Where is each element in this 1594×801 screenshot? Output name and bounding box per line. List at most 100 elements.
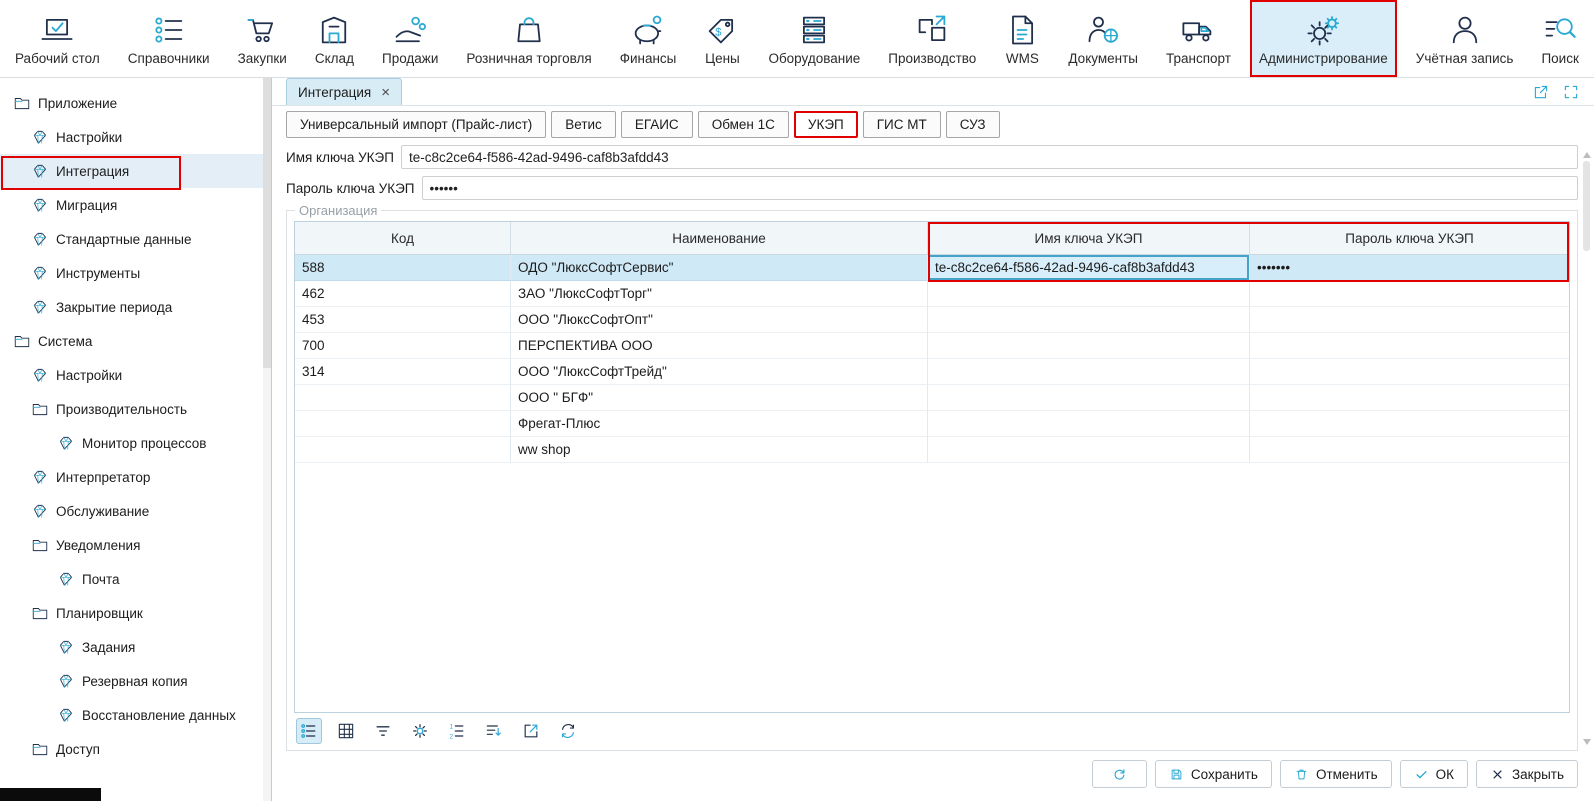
toolbar-item-transport[interactable]: Транспорт xyxy=(1157,0,1240,77)
column-header-0[interactable]: Код xyxy=(295,222,511,254)
open-in-window-button[interactable] xyxy=(1532,83,1550,101)
toolbar-item-search[interactable]: Поиск xyxy=(1532,0,1587,77)
cell[interactable]: Фрегат-Плюс xyxy=(511,411,928,437)
cell[interactable] xyxy=(1250,307,1569,333)
toolbar-item-documents[interactable]: Документы xyxy=(1059,0,1147,77)
sidebar-item-integration[interactable]: Интеграция xyxy=(0,154,271,188)
subtab-ukep[interactable]: УКЭП xyxy=(794,111,858,138)
cell[interactable] xyxy=(1250,437,1569,463)
table-row[interactable]: 314ООО "ЛюксСофтТрейд" xyxy=(295,359,1569,385)
toolbar-item-warehouse[interactable]: Склад xyxy=(306,0,363,77)
filter-button[interactable] xyxy=(371,719,395,743)
cell[interactable]: 462 xyxy=(295,281,511,307)
toolbar-item-finance[interactable]: Финансы xyxy=(611,0,686,77)
sidebar-item-notifications[interactable]: Уведомления xyxy=(0,528,271,562)
toolbar-item-account[interactable]: Учётная запись xyxy=(1407,0,1523,77)
cell[interactable] xyxy=(1250,359,1569,385)
cell[interactable]: ООО " БГФ" xyxy=(511,385,928,411)
cell[interactable]: ООО "ЛюксСофтОпт" xyxy=(511,307,928,333)
table-row[interactable]: 700ПЕРСПЕКТИВА ООО xyxy=(295,333,1569,359)
cell[interactable]: 700 xyxy=(295,333,511,359)
subtab-suz[interactable]: СУЗ xyxy=(946,111,1000,138)
toolbar-item-production[interactable]: Производство xyxy=(879,0,985,77)
sidebar-item-system-settings[interactable]: Настройки xyxy=(0,358,271,392)
table-row[interactable]: Фрегат-Плюс xyxy=(295,411,1569,437)
subtab-exchange-1c[interactable]: Обмен 1С xyxy=(698,111,789,138)
sidebar-item-tools[interactable]: Инструменты xyxy=(0,256,271,290)
ok-button[interactable]: ОК xyxy=(1400,760,1468,788)
column-header-2[interactable]: Имя ключа УКЭП xyxy=(928,222,1250,254)
ukep-key-name-input[interactable] xyxy=(401,145,1578,169)
sidebar-item-period-closing[interactable]: Закрытие периода xyxy=(0,290,271,324)
table-row[interactable]: 588ОДО "ЛюксСофтСервис"te-c8c2ce64-f586-… xyxy=(295,255,1569,281)
cell[interactable] xyxy=(928,307,1250,333)
cell[interactable] xyxy=(928,281,1250,307)
cancel-button[interactable]: Отменить xyxy=(1280,760,1392,788)
list-view-button[interactable] xyxy=(297,719,321,743)
fullscreen-button[interactable] xyxy=(1562,83,1580,101)
cell[interactable]: ••••••• xyxy=(1250,255,1569,281)
table-row[interactable]: 462ЗАО "ЛюксСофтТорг" xyxy=(295,281,1569,307)
toolbar-item-directories[interactable]: Справочники xyxy=(119,0,219,77)
export-button[interactable] xyxy=(519,719,543,743)
sort-list-button[interactable] xyxy=(482,719,506,743)
subtab-vetis[interactable]: Ветис xyxy=(551,111,616,138)
ukep-key-password-input[interactable] xyxy=(422,176,1579,200)
cell[interactable] xyxy=(928,411,1250,437)
toolbar-item-purchases[interactable]: Закупки xyxy=(229,0,296,77)
scroll-down-icon[interactable] xyxy=(1583,739,1591,745)
sidebar-item-performance[interactable]: Производительность xyxy=(0,392,271,426)
table-row[interactable]: 453ООО "ЛюксСофтОпт" xyxy=(295,307,1569,333)
sidebar-scrollbar[interactable] xyxy=(263,78,271,801)
cell[interactable]: ООО "ЛюксСофтТрейд" xyxy=(511,359,928,385)
toolbar-item-retail[interactable]: Розничная торговля xyxy=(457,0,600,77)
sidebar-item-backup[interactable]: Резервная копия xyxy=(0,664,271,698)
sidebar-item-scheduler[interactable]: Планировщик xyxy=(0,596,271,630)
sidebar-item-interpreter[interactable]: Интерпретатор xyxy=(0,460,271,494)
save-button[interactable]: Сохранить xyxy=(1155,760,1272,788)
sidebar-item-maintenance[interactable]: Обслуживание xyxy=(0,494,271,528)
cell[interactable] xyxy=(295,437,511,463)
subtab-universal-import[interactable]: Универсальный импорт (Прайс-лист) xyxy=(286,111,546,138)
toolbar-item-equipment[interactable]: Оборудование xyxy=(759,0,869,77)
reload-button[interactable] xyxy=(556,719,580,743)
subtab-gis-mt[interactable]: ГИС МТ xyxy=(863,111,941,138)
tab-close-icon[interactable]: × xyxy=(381,85,390,100)
cell[interactable] xyxy=(295,385,511,411)
column-header-1[interactable]: Наименование xyxy=(511,222,928,254)
cell[interactable]: ПЕРСПЕКТИВА ООО xyxy=(511,333,928,359)
sidebar-item-process-monitor[interactable]: Монитор процессов xyxy=(0,426,271,460)
cell[interactable] xyxy=(928,437,1250,463)
table-settings-button[interactable] xyxy=(408,719,432,743)
cell[interactable]: 453 xyxy=(295,307,511,333)
sidebar-item-access[interactable]: Доступ xyxy=(0,732,271,766)
toolbar-item-wms[interactable]: WMS xyxy=(995,0,1049,77)
cell[interactable] xyxy=(1250,333,1569,359)
cell[interactable]: ОДО "ЛюксСофтСервис" xyxy=(511,255,928,281)
table-row[interactable]: ww shop xyxy=(295,437,1569,463)
cell[interactable] xyxy=(1250,411,1569,437)
cell[interactable]: ww shop xyxy=(511,437,928,463)
sidebar-item-tasks[interactable]: Задания xyxy=(0,630,271,664)
sidebar-item-app-settings[interactable]: Настройки xyxy=(0,120,271,154)
tab-integration[interactable]: Интеграция × xyxy=(286,78,402,105)
sidebar-scroll-thumb[interactable] xyxy=(263,78,271,368)
cell[interactable]: te-c8c2ce64-f586-42ad-9496-caf8b3afdd43 xyxy=(928,255,1250,281)
close-button[interactable]: Закрыть xyxy=(1476,760,1578,788)
grid-view-button[interactable] xyxy=(334,719,358,743)
column-header-3[interactable]: Пароль ключа УКЭП xyxy=(1250,222,1569,254)
table-row[interactable]: ООО " БГФ" xyxy=(295,385,1569,411)
sidebar-item-standard-data[interactable]: Стандартные данные xyxy=(0,222,271,256)
subtab-egais[interactable]: ЕГАИС xyxy=(621,111,693,138)
cell[interactable] xyxy=(928,385,1250,411)
toolbar-item-sales[interactable]: Продажи xyxy=(373,0,447,77)
sidebar-item-data-recovery[interactable]: Восстановление данных xyxy=(0,698,271,732)
cell[interactable]: 588 xyxy=(295,255,511,281)
sidebar-item-application[interactable]: Приложение xyxy=(0,86,271,120)
toolbar-item-administration[interactable]: Администрирование xyxy=(1250,0,1397,77)
panel-scroll-thumb[interactable] xyxy=(1583,161,1590,251)
cell[interactable] xyxy=(295,411,511,437)
panel-scrollbar[interactable] xyxy=(1581,152,1592,745)
cell[interactable]: 314 xyxy=(295,359,511,385)
sidebar-item-system[interactable]: Система xyxy=(0,324,271,358)
